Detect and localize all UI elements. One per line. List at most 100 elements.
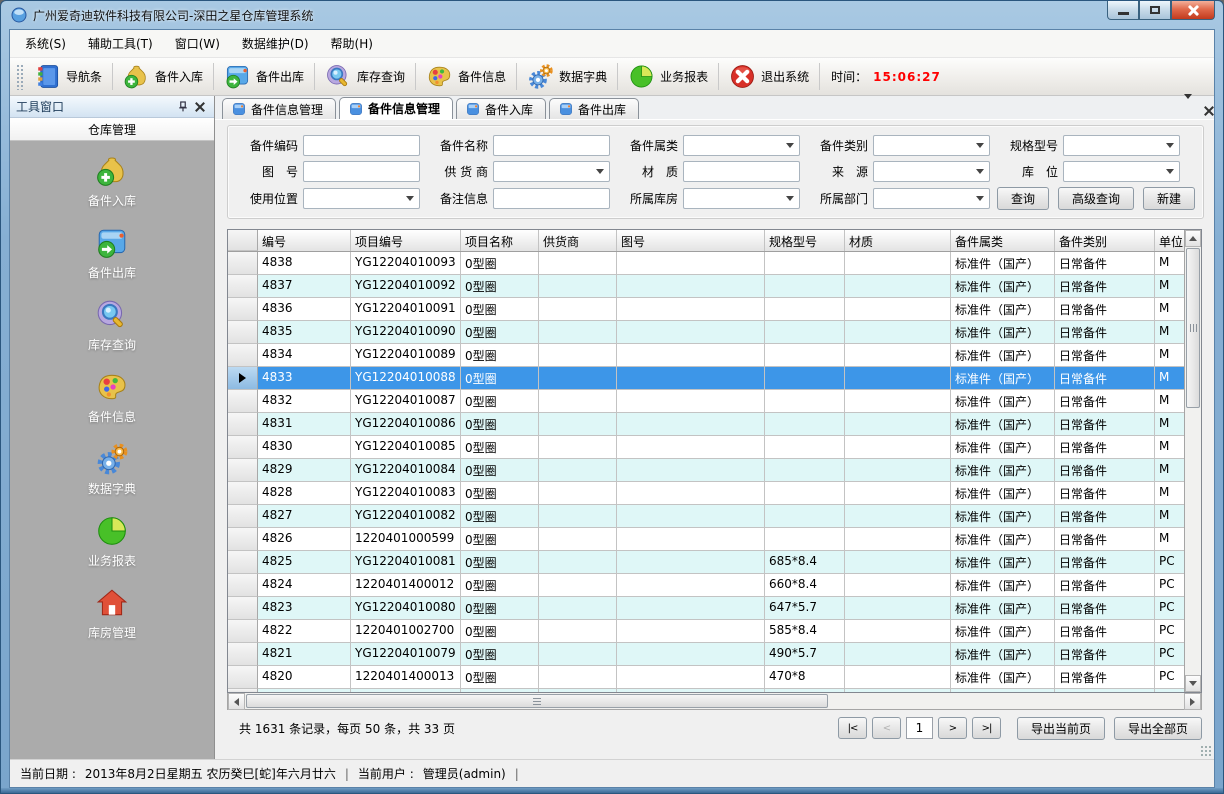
prev-page-button[interactable]: < xyxy=(872,717,901,739)
sidebar-close-icon[interactable] xyxy=(191,99,208,115)
combobox-input[interactable] xyxy=(683,135,800,156)
tab-4[interactable]: 备件出库 xyxy=(549,98,639,119)
sidebar-item-home[interactable]: 库房管理 xyxy=(10,586,214,641)
row-selector[interactable] xyxy=(228,344,258,367)
toolbar-nav-book-button[interactable]: 导航条 xyxy=(27,59,109,94)
next-page-button[interactable]: > xyxy=(938,717,967,739)
toolbar-stock-search-button[interactable]: 库存查询 xyxy=(318,59,412,94)
row-selector[interactable] xyxy=(228,413,258,436)
table-row[interactable]: 4835YG122040100900型圈标准件（国产）日常备件M xyxy=(228,321,1184,344)
column-header[interactable]: 项目名称 xyxy=(461,230,539,251)
tab-3[interactable]: 备件入库 xyxy=(456,98,546,119)
row-selector[interactable] xyxy=(228,528,258,551)
row-selector[interactable] xyxy=(228,505,258,528)
maximize-button[interactable] xyxy=(1139,1,1171,20)
text-input[interactable] xyxy=(493,188,610,209)
table-row[interactable]: 4827YG122040100820型圈标准件（国产）日常备件M xyxy=(228,505,1184,528)
menu-item-3[interactable]: 窗口(W) xyxy=(164,30,231,57)
combobox-input[interactable] xyxy=(303,188,420,209)
vertical-scroll-thumb[interactable] xyxy=(1186,248,1200,408)
scroll-right-button[interactable] xyxy=(1184,693,1201,710)
sidebar-item-bag-in[interactable]: 备件入库 xyxy=(10,154,214,209)
table-row[interactable]: 482212204010027000型圈585*8.4标准件（国产）日常备件PC xyxy=(228,620,1184,643)
row-selector[interactable] xyxy=(228,275,258,298)
row-selector[interactable] xyxy=(228,459,258,482)
tab-1[interactable]: 备件信息管理 xyxy=(222,98,336,119)
text-input[interactable] xyxy=(303,161,420,182)
toolbar-exit-button[interactable]: 退出系统 xyxy=(722,59,816,94)
column-header[interactable]: 单位 xyxy=(1155,230,1184,251)
menu-item-2[interactable]: 辅助工具(T) xyxy=(77,30,164,57)
toolbar-palette-button[interactable]: 备件信息 xyxy=(419,59,513,94)
column-header[interactable]: 备件类别 xyxy=(1055,230,1155,251)
vertical-scroll-track[interactable] xyxy=(1185,409,1201,675)
table-row[interactable]: 4838YG122040100930型圈标准件（国产）日常备件M xyxy=(228,252,1184,275)
combobox-input[interactable] xyxy=(493,161,610,182)
toolbar-pie-chart-button[interactable]: 业务报表 xyxy=(621,59,715,94)
tab-2[interactable]: 备件信息管理 xyxy=(339,97,453,119)
table-row[interactable]: 4831YG122040100860型圈标准件（国产）日常备件M xyxy=(228,413,1184,436)
row-selector[interactable] xyxy=(228,482,258,505)
row-selector[interactable] xyxy=(228,298,258,321)
row-selector[interactable] xyxy=(228,620,258,643)
horizontal-scrollbar[interactable] xyxy=(227,693,1202,710)
row-selector[interactable] xyxy=(228,390,258,413)
table-row[interactable]: 4837YG122040100920型圈标准件（国产）日常备件M xyxy=(228,275,1184,298)
combobox-input[interactable] xyxy=(1063,135,1180,156)
column-header[interactable]: 规格型号 xyxy=(765,230,845,251)
menu-item-4[interactable]: 数据维护(D) xyxy=(231,30,320,57)
table-row[interactable]: 4832YG122040100870型圈标准件（国产）日常备件M xyxy=(228,390,1184,413)
table-row[interactable]: 4829YG122040100840型圈标准件（国产）日常备件M xyxy=(228,459,1184,482)
last-page-button[interactable]: >| xyxy=(972,717,1001,739)
toolbar-bag-in-button[interactable]: 备件入库 xyxy=(116,59,210,94)
scroll-up-button[interactable] xyxy=(1185,230,1201,247)
column-header[interactable]: 图号 xyxy=(617,230,765,251)
toolbar-gears-button[interactable]: 数据字典 xyxy=(520,59,614,94)
sidebar-item-pie-chart[interactable]: 业务报表 xyxy=(10,514,214,569)
scroll-left-button[interactable] xyxy=(228,693,245,710)
row-selector[interactable] xyxy=(228,643,258,666)
table-row[interactable]: 4821YG122040100790型圈490*5.7标准件（国产）日常备件PC xyxy=(228,643,1184,666)
page-number-input[interactable]: 1 xyxy=(906,717,933,739)
sidebar-item-gears[interactable]: 数据字典 xyxy=(10,442,214,497)
row-selector[interactable] xyxy=(228,551,258,574)
search-button[interactable]: 查询 xyxy=(997,187,1049,210)
combobox-input[interactable] xyxy=(1063,161,1180,182)
scroll-down-button[interactable] xyxy=(1185,675,1201,692)
table-row[interactable]: 4828YG122040100830型圈标准件（国产）日常备件M xyxy=(228,482,1184,505)
horizontal-scroll-thumb[interactable] xyxy=(246,694,828,708)
table-row[interactable]: 4833YG122040100880型圈标准件（国产）日常备件M xyxy=(228,367,1184,390)
row-selector[interactable] xyxy=(228,574,258,597)
row-selector[interactable] xyxy=(228,436,258,459)
combobox-input[interactable] xyxy=(683,188,800,209)
row-selector[interactable] xyxy=(228,367,258,390)
column-header[interactable]: 供货商 xyxy=(539,230,617,251)
export-current-page-button[interactable]: 导出当前页 xyxy=(1017,717,1105,740)
row-selector[interactable] xyxy=(228,252,258,275)
new-button[interactable]: 新建 xyxy=(1143,187,1195,210)
row-selector[interactable] xyxy=(228,597,258,620)
table-row[interactable]: 4825YG122040100810型圈685*8.4标准件（国产）日常备件PC xyxy=(228,551,1184,574)
row-selector[interactable] xyxy=(228,666,258,689)
table-row[interactable]: 482012204014000130型圈470*8标准件（国产）日常备件PC xyxy=(228,666,1184,689)
sidebar-item-window-out[interactable]: 备件出库 xyxy=(10,226,214,281)
table-row[interactable]: 4836YG122040100910型圈标准件（国产）日常备件M xyxy=(228,298,1184,321)
table-row[interactable]: 482412204014000120型圈660*8.4标准件（国产）日常备件PC xyxy=(228,574,1184,597)
combobox-input[interactable] xyxy=(873,161,990,182)
column-header[interactable]: 材质 xyxy=(845,230,951,251)
tab-list-dropdown[interactable] xyxy=(1184,99,1192,113)
close-button[interactable] xyxy=(1171,1,1215,20)
combobox-input[interactable] xyxy=(873,135,990,156)
menu-item-5[interactable]: 帮助(H) xyxy=(320,30,384,57)
column-header[interactable]: 备件属类 xyxy=(951,230,1055,251)
combobox-input[interactable] xyxy=(873,188,990,209)
menu-item-1[interactable]: 系统(S) xyxy=(14,30,77,57)
column-header[interactable]: 项目编号 xyxy=(351,230,461,251)
sidebar-item-stock-search[interactable]: 库存查询 xyxy=(10,298,214,353)
table-row[interactable]: 4830YG122040100850型圈标准件（国产）日常备件M xyxy=(228,436,1184,459)
toolbar-grip[interactable] xyxy=(16,64,23,90)
minimize-button[interactable] xyxy=(1107,1,1139,20)
text-input[interactable] xyxy=(493,135,610,156)
vertical-scrollbar[interactable] xyxy=(1184,230,1201,692)
column-header[interactable] xyxy=(228,230,258,251)
